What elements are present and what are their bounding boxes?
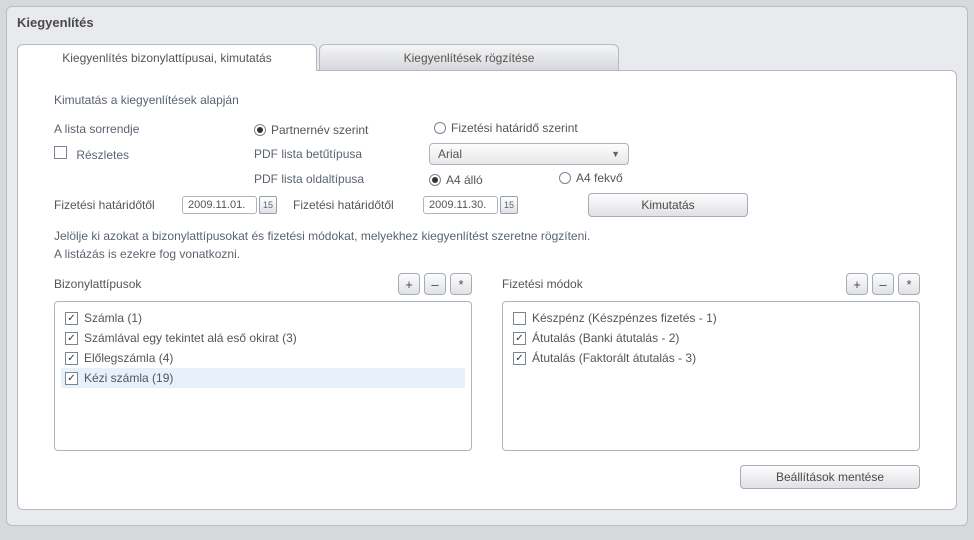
remove-button[interactable]: – xyxy=(424,273,446,295)
checkbox[interactable] xyxy=(513,352,526,365)
pay-modes-label: Fizetési módok xyxy=(502,277,583,291)
chevron-down-icon: ▼ xyxy=(611,149,620,159)
pay-modes-list: Készpénz (Készpénzes fizetés - 1) Átutalá… xyxy=(502,301,920,451)
hint-line: Jelölje ki azokat a bizonylattípusokat é… xyxy=(54,227,920,245)
list-item-label: Átutalás (Banki átutalás - 2) xyxy=(532,331,679,345)
date-to-label: Fizetési határidőtől xyxy=(293,198,423,212)
doc-types-list: Számla (1) Számlával egy tekintet alá eső… xyxy=(54,301,472,451)
all-button[interactable]: * xyxy=(450,273,472,295)
remove-button[interactable]: – xyxy=(872,273,894,295)
tab-record[interactable]: Kiegyenlítések rögzítése xyxy=(319,44,619,71)
add-button[interactable]: + xyxy=(846,273,868,295)
tab-types[interactable]: Kiegyenlítés bizonylattípusai, kimutatás xyxy=(17,44,317,71)
radio-label: A4 álló xyxy=(446,173,483,187)
list-item-label: Előlegszámla (4) xyxy=(84,351,173,365)
checkbox[interactable] xyxy=(65,352,78,365)
list-item[interactable]: Átutalás (Banki átutalás - 2) xyxy=(509,328,913,348)
radio-label: Fizetési határidő szerint xyxy=(451,121,578,135)
list-item[interactable]: Számlával egy tekintet alá eső okirat (3… xyxy=(61,328,465,348)
detailed-label: Részletes xyxy=(76,148,129,162)
list-item[interactable]: Átutalás (Faktorált átutalás - 3) xyxy=(509,348,913,368)
subtitle: Kimutatás a kiegyenlítések alapján xyxy=(54,93,920,107)
list-item-label: Kézi számla (19) xyxy=(84,371,173,385)
font-select[interactable]: Arial ▼ xyxy=(429,143,629,165)
list-item[interactable]: Előlegszámla (4) xyxy=(61,348,465,368)
all-button[interactable]: * xyxy=(898,273,920,295)
tab-body: Kimutatás a kiegyenlítések alapján A lis… xyxy=(17,70,957,510)
panel-title: Kiegyenlítés xyxy=(7,7,967,44)
checkbox[interactable] xyxy=(513,312,526,325)
checkbox[interactable] xyxy=(65,332,78,345)
hint-text: Jelölje ki azokat a bizonylattípusokat é… xyxy=(54,227,920,263)
radio-by-due[interactable]: Fizetési határidő szerint xyxy=(434,121,578,135)
checkbox[interactable] xyxy=(513,332,526,345)
list-item-label: Készpénz (Készpénzes fizetés - 1) xyxy=(532,311,717,325)
pdf-page-label: PDF lista oldaltípusa xyxy=(254,172,429,186)
doc-types-label: Bizonylattípusok xyxy=(54,277,141,291)
radio-a4-landscape[interactable]: A4 fekvő xyxy=(559,171,623,185)
radio-by-partner[interactable]: Partnernév szerint xyxy=(254,123,368,137)
radio-icon xyxy=(559,172,571,184)
report-button[interactable]: Kimutatás xyxy=(588,193,748,217)
list-item-label: Számla (1) xyxy=(84,311,142,325)
font-select-value: Arial xyxy=(438,147,462,161)
pdf-font-label: PDF lista betűtípusa xyxy=(254,147,429,161)
add-button[interactable]: + xyxy=(398,273,420,295)
radio-label: Partnernév szerint xyxy=(271,123,368,137)
tabs: Kiegyenlítés bizonylattípusai, kimutatás… xyxy=(7,44,967,71)
radio-a4-portrait[interactable]: A4 álló xyxy=(429,173,483,187)
radio-icon xyxy=(254,124,266,136)
main-panel: Kiegyenlítés Kiegyenlítés bizonylattípus… xyxy=(6,6,968,526)
date-from-label: Fizetési határidőtől xyxy=(54,198,182,212)
list-item[interactable]: Kézi számla (19) xyxy=(61,368,465,388)
hint-line: A listázás is ezekre fog vonatkozni. xyxy=(54,245,920,263)
date-from-input[interactable]: 2009.11.01. xyxy=(182,196,257,214)
calendar-icon[interactable]: 15 xyxy=(500,196,518,214)
radio-icon xyxy=(434,122,446,134)
list-item-label: Átutalás (Faktorált átutalás - 3) xyxy=(532,351,696,365)
list-order-label: A lista sorrendje xyxy=(54,122,254,136)
radio-icon xyxy=(429,174,441,186)
calendar-icon[interactable]: 15 xyxy=(259,196,277,214)
checkbox[interactable] xyxy=(65,312,78,325)
date-to-input[interactable]: 2009.11.30. xyxy=(423,196,498,214)
checkbox[interactable] xyxy=(65,372,78,385)
detailed-checkbox[interactable] xyxy=(54,146,67,159)
save-settings-button[interactable]: Beállítások mentése xyxy=(740,465,920,489)
list-item-label: Számlával egy tekintet alá eső okirat (3… xyxy=(84,331,297,345)
list-item[interactable]: Készpénz (Készpénzes fizetés - 1) xyxy=(509,308,913,328)
radio-label: A4 fekvő xyxy=(576,171,623,185)
list-item[interactable]: Számla (1) xyxy=(61,308,465,328)
